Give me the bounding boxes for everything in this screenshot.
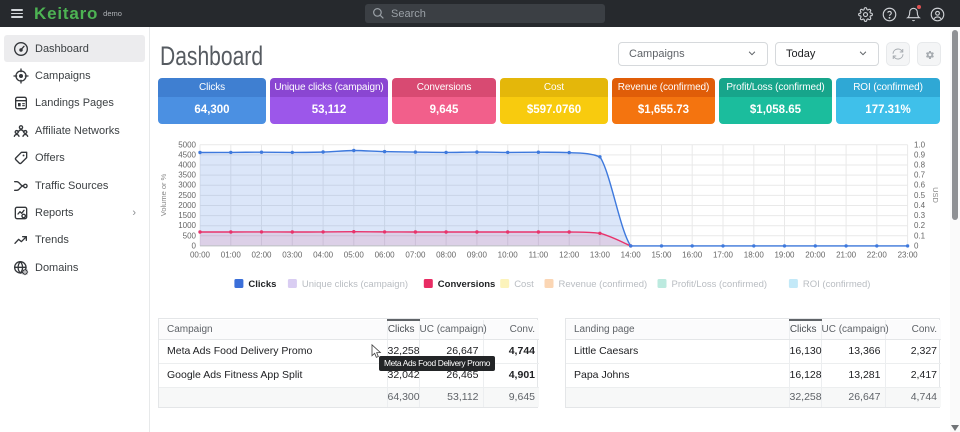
svg-text:0.3: 0.3 [914,211,926,220]
svg-text:0.6: 0.6 [914,181,926,190]
svg-text:01:00: 01:00 [221,250,242,259]
svg-text:0.9: 0.9 [914,150,926,159]
svg-text:ROI (confirmed): ROI (confirmed) [803,279,871,290]
svg-text:16:00: 16:00 [682,250,703,259]
svg-text:00:00: 00:00 [190,250,211,259]
svg-text:05:00: 05:00 [344,250,365,259]
svg-text:Volume or %: Volume or % [159,173,168,216]
svg-text:1000: 1000 [178,221,196,230]
svg-text:12:00: 12:00 [559,250,580,259]
svg-text:2000: 2000 [178,201,196,210]
svg-text:0.5: 0.5 [914,191,926,200]
svg-text:02:00: 02:00 [251,250,272,259]
svg-text:14:00: 14:00 [621,250,642,259]
svg-text:Cost: Cost [514,279,534,290]
svg-text:23:00: 23:00 [898,250,919,259]
svg-text:Revenue (confirmed): Revenue (confirmed) [559,279,648,290]
svg-text:500: 500 [183,231,197,240]
svg-text:Conversions: Conversions [438,279,496,290]
svg-text:0.1: 0.1 [914,231,926,240]
svg-text:3500: 3500 [178,171,196,180]
svg-text:0.4: 0.4 [914,201,926,210]
svg-text:5000: 5000 [178,140,196,149]
svg-text:0.7: 0.7 [914,171,926,180]
svg-text:08:00: 08:00 [436,250,457,259]
svg-text:07:00: 07:00 [405,250,426,259]
svg-text:0.2: 0.2 [914,221,926,230]
svg-text:0: 0 [914,241,919,250]
svg-text:11:00: 11:00 [529,250,549,259]
svg-text:15:00: 15:00 [651,250,672,259]
svg-text:Unique clicks (campaign): Unique clicks (campaign) [302,279,408,290]
svg-text:09:00: 09:00 [467,250,488,259]
svg-text:03:00: 03:00 [282,250,303,259]
svg-text:2500: 2500 [178,191,196,200]
svg-text:06:00: 06:00 [375,250,396,259]
svg-text:21:00: 21:00 [836,250,857,259]
svg-text:04:00: 04:00 [313,250,334,259]
svg-text:22:00: 22:00 [867,250,888,259]
svg-text:4000: 4000 [178,161,196,170]
svg-text:3000: 3000 [178,181,196,190]
svg-text:17:00: 17:00 [713,250,734,259]
svg-text:13:00: 13:00 [590,250,611,259]
svg-text:Profit/Loss (confirmed): Profit/Loss (confirmed) [672,279,768,290]
svg-text:10:00: 10:00 [498,250,519,259]
svg-text:USD: USD [931,187,940,203]
svg-text:4500: 4500 [178,150,196,159]
svg-text:1.0: 1.0 [914,140,926,149]
svg-text:19:00: 19:00 [774,250,795,259]
svg-text:0.8: 0.8 [914,161,926,170]
svg-text:20:00: 20:00 [805,250,826,259]
svg-text:18:00: 18:00 [744,250,765,259]
svg-text:0: 0 [192,241,197,250]
svg-text:1500: 1500 [178,211,196,220]
svg-text:Clicks: Clicks [248,279,276,290]
